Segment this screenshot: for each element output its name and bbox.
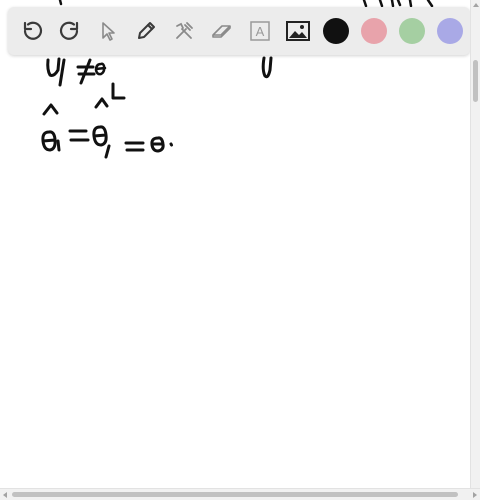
handwriting-ink [41, 0, 434, 159]
whiteboard-app: A [0, 0, 480, 500]
color-swatch-pink[interactable] [356, 13, 392, 49]
text-tool-glyph: A [255, 24, 264, 39]
pen-icon [137, 22, 155, 39]
eraser-tool-button[interactable] [204, 13, 240, 49]
redo-button[interactable] [52, 13, 88, 49]
text-tool-button[interactable]: A [242, 13, 278, 49]
vertical-scroll-thumb[interactable] [473, 60, 478, 102]
scroll-left-icon[interactable] [3, 492, 7, 498]
horizontal-scroll-thumb[interactable] [12, 492, 458, 497]
pen-tool-button[interactable] [128, 13, 164, 49]
color-swatch-green[interactable] [394, 13, 430, 49]
color-swatch-black[interactable] [318, 13, 354, 49]
horizontal-scrollbar[interactable] [0, 488, 480, 500]
image-icon [285, 21, 310, 41]
vertical-scrollbar[interactable] [470, 0, 480, 488]
scroll-right-icon[interactable] [473, 492, 477, 498]
color-swatch-lavender[interactable] [432, 13, 468, 49]
select-pointer-icon [101, 22, 115, 41]
drawing-canvas[interactable] [0, 0, 470, 488]
select-tool-button[interactable] [90, 13, 126, 49]
color-dot-pink [360, 18, 387, 44]
undo-icon [23, 21, 42, 40]
color-dot-lavender [436, 18, 463, 44]
undo-button[interactable] [14, 13, 50, 49]
drawing-toolbar: A [8, 7, 470, 55]
text-tool-icon: A [250, 21, 270, 41]
eraser-icon [211, 25, 231, 38]
insert-image-button[interactable] [280, 13, 316, 49]
redo-icon [59, 21, 78, 40]
color-dot-green [398, 18, 425, 44]
color-dot-black [322, 18, 349, 44]
tools-icon [175, 22, 193, 39]
tools-button[interactable] [166, 13, 202, 49]
scroll-up-icon[interactable] [473, 3, 479, 7]
